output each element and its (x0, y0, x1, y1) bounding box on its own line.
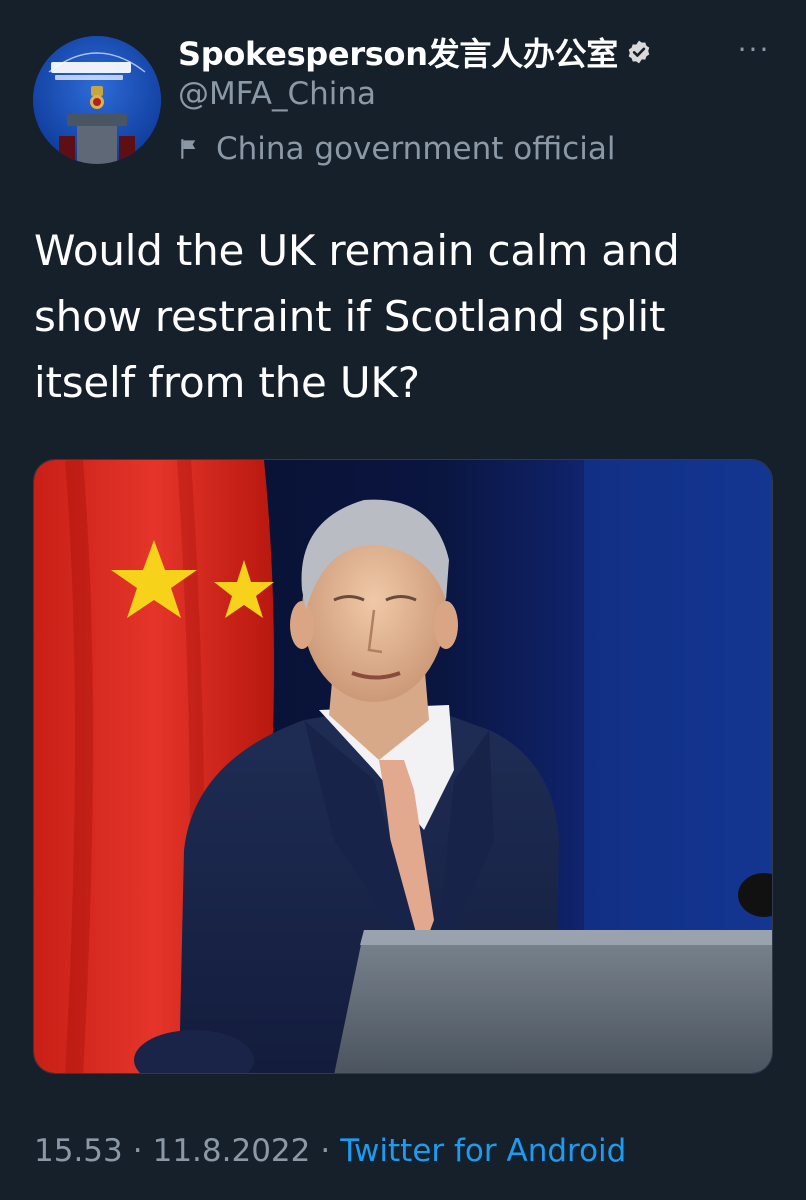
tweet-text-line: show restraint if Scotland split (34, 292, 666, 341)
government-label[interactable]: China government official (178, 128, 615, 170)
display-name[interactable]: Spokesperson发言人办公室 (178, 29, 618, 75)
government-label-text: China government official (216, 131, 616, 167)
tweet-text-line: itself from the UK? (34, 358, 420, 407)
name-row: Spokesperson发言人办公室 (178, 30, 652, 74)
tweet-text-line: Would the UK remain calm and (34, 226, 680, 275)
avatar-image (33, 36, 161, 164)
tweet: Spokesperson发言人办公室 @MFA_China China gove… (0, 0, 806, 1200)
more-horizontal-icon: ··· (737, 32, 771, 66)
separator: · (320, 1133, 331, 1169)
avatar[interactable] (33, 36, 161, 164)
tweet-text: Would the UK remain calm and show restra… (34, 218, 774, 416)
tweet-time[interactable]: 15.53 (34, 1133, 123, 1169)
flag-icon (178, 136, 204, 162)
tweet-metadata: 15.53 · 11.8.2022 · Twitter for Android (34, 1126, 626, 1176)
tweet-date[interactable]: 11.8.2022 (153, 1133, 311, 1169)
tweet-photo[interactable] (33, 459, 773, 1074)
separator: · (132, 1133, 143, 1169)
tweet-source-link[interactable]: Twitter for Android (340, 1133, 626, 1169)
verified-badge-icon (626, 39, 652, 65)
more-options-button[interactable]: ··· (732, 32, 776, 66)
handle[interactable]: @MFA_China (178, 76, 376, 112)
photo-image (34, 460, 772, 1073)
